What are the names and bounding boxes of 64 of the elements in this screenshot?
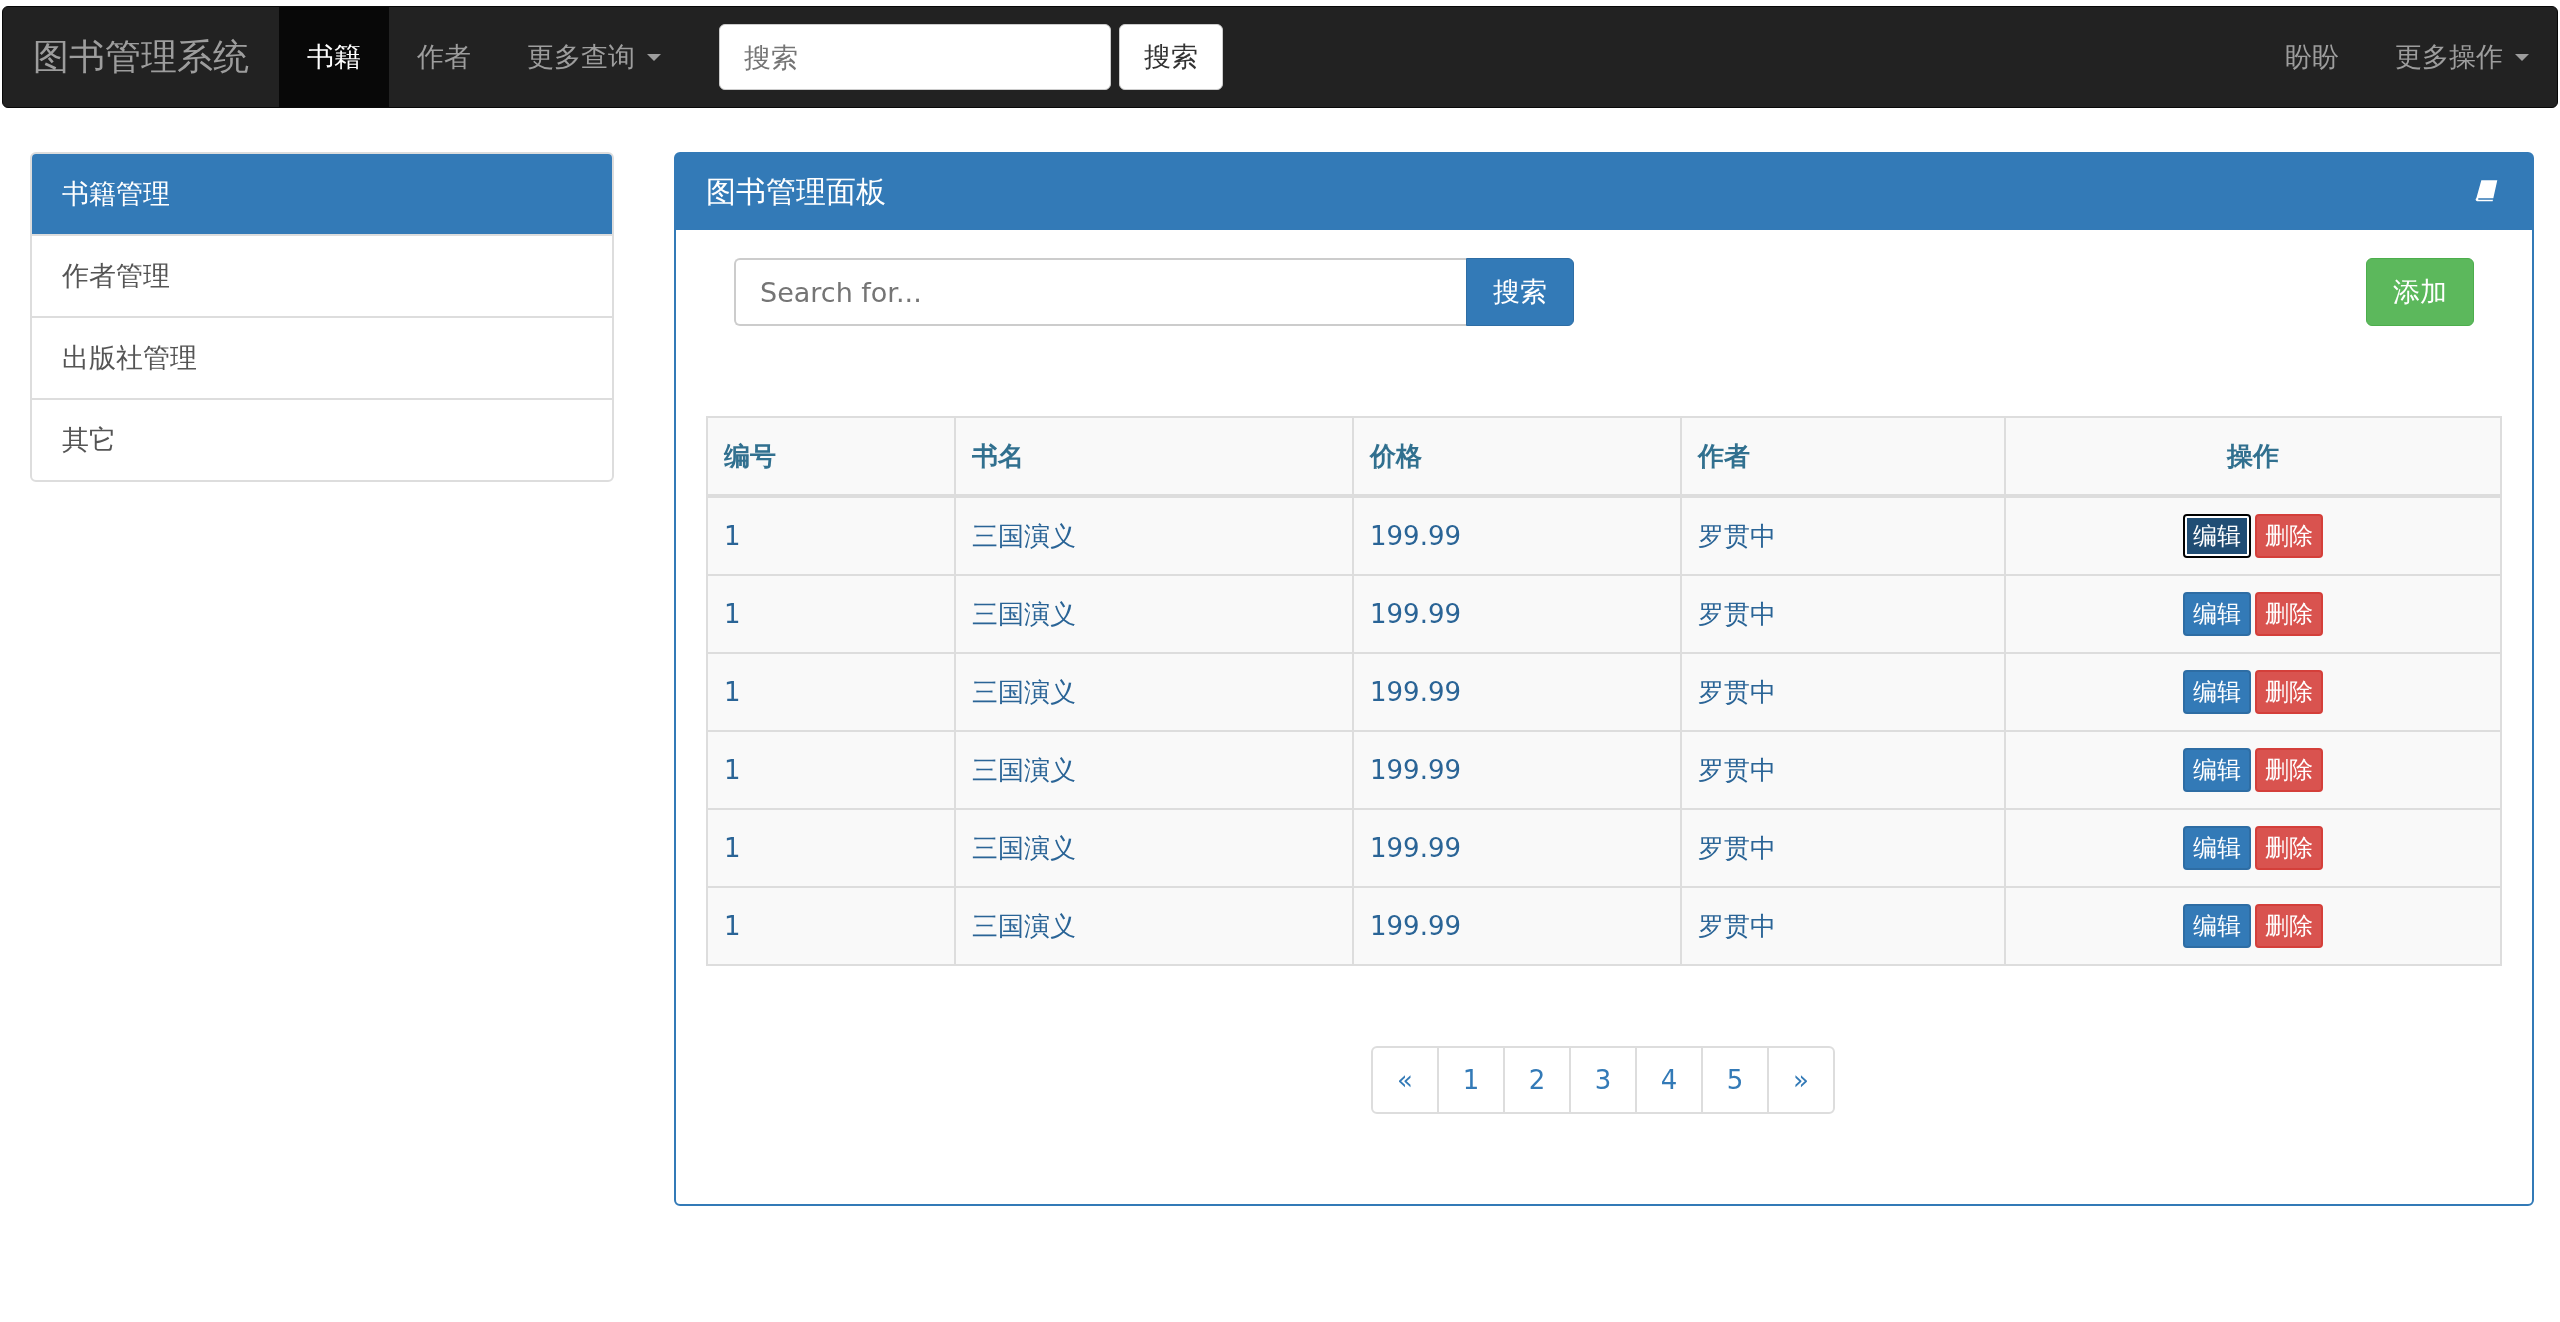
page-link[interactable]: 4	[1635, 1046, 1703, 1114]
table-cell: 罗贯中	[1681, 809, 2005, 887]
table-cell: 199.99	[1353, 496, 1681, 575]
table-cell: 罗贯中	[1681, 653, 2005, 731]
search-field[interactable]: 搜索	[719, 24, 1111, 90]
table-cell: 199.99	[1353, 887, 1681, 965]
page-link[interactable]: 5	[1701, 1046, 1769, 1114]
table-cell: 三国演义	[955, 496, 1353, 575]
table-cell: 199.99	[1353, 809, 1681, 887]
page-link[interactable]: 3	[1569, 1046, 1637, 1114]
table-cell: 三国演义	[955, 653, 1353, 731]
table-cell: 199.99	[1353, 575, 1681, 653]
table-cell: 1	[707, 887, 955, 965]
table-cell: 199.99	[1353, 653, 1681, 731]
table-cell: 1	[707, 809, 955, 887]
column-header: 价格	[1353, 417, 1681, 496]
table-cell: 三国演义	[955, 887, 1353, 965]
nav-link[interactable]: 更多操作	[2367, 7, 2557, 107]
edit-button[interactable]: 编辑	[2183, 826, 2251, 870]
edit-button[interactable]: 编辑	[2183, 904, 2251, 948]
delete-button[interactable]: 删除	[2255, 748, 2323, 792]
page-link[interactable]: 2	[1503, 1046, 1571, 1114]
panel-title: 图书管理面板	[706, 172, 886, 211]
table-cell: 罗贯中	[1681, 887, 2005, 965]
table-cell: 1	[707, 653, 955, 731]
search-field[interactable]: Search for...	[734, 258, 1466, 326]
sidebar-item[interactable]: 其它	[32, 398, 612, 480]
table-cell: 1	[707, 496, 955, 575]
brand-title[interactable]: 图书管理系统	[3, 32, 279, 82]
sidebar-item[interactable]: 作者管理	[32, 234, 612, 316]
delete-button[interactable]: 删除	[2255, 592, 2323, 636]
nav-link[interactable]: 作者	[389, 7, 499, 107]
search-button[interactable]: 搜索	[1466, 258, 1574, 326]
table-cell: 1	[707, 575, 955, 653]
search-button[interactable]: 搜索	[1119, 24, 1223, 90]
edit-button[interactable]: 编辑	[2183, 748, 2251, 792]
delete-button[interactable]: 删除	[2255, 670, 2323, 714]
sidebar-item[interactable]: 出版社管理	[32, 316, 612, 398]
column-header: 编号	[707, 417, 955, 496]
table-cell: 三国演义	[955, 731, 1353, 809]
column-header: 操作	[2005, 417, 2501, 496]
column-header: 作者	[1681, 417, 2005, 496]
page-link[interactable]: 1	[1437, 1046, 1505, 1114]
edit-button[interactable]: 编辑	[2183, 670, 2251, 714]
table-cell: 1	[707, 731, 955, 809]
nav-link[interactable]: 书籍	[279, 7, 389, 107]
page-link[interactable]: »	[1767, 1046, 1835, 1114]
nav-link[interactable]: 更多查询	[499, 7, 689, 107]
delete-button[interactable]: 删除	[2255, 904, 2323, 948]
table-cell: 罗贯中	[1681, 496, 2005, 575]
add-button[interactable]: 添加	[2366, 258, 2474, 326]
table-cell: 罗贯中	[1681, 731, 2005, 809]
page-link[interactable]: «	[1371, 1046, 1439, 1114]
edit-button[interactable]: 编辑	[2183, 592, 2251, 636]
sidebar-item[interactable]: 书籍管理	[32, 154, 612, 234]
table-cell: 罗贯中	[1681, 575, 2005, 653]
table-cell: 199.99	[1353, 731, 1681, 809]
column-header: 书名	[955, 417, 1353, 496]
table-cell: 三国演义	[955, 809, 1353, 887]
delete-button[interactable]: 删除	[2255, 826, 2323, 870]
nav-link[interactable]: 盼盼	[2257, 7, 2367, 107]
edit-button[interactable]: 编辑	[2183, 514, 2251, 558]
table-cell: 三国演义	[955, 575, 1353, 653]
delete-button[interactable]: 删除	[2255, 514, 2323, 558]
